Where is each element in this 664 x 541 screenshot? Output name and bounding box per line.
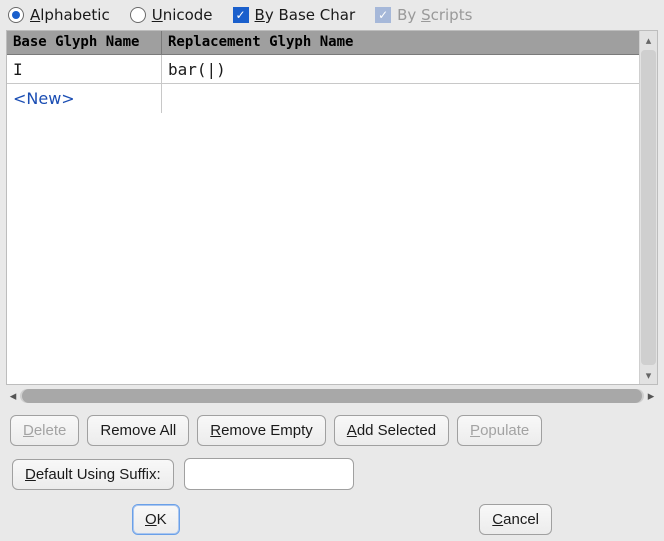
scroll-thumb[interactable]	[641, 50, 656, 365]
checkbox-by-scripts: ✓ By Scripts	[375, 6, 472, 24]
checkbox-icon: ✓	[375, 7, 391, 23]
add-selected-button[interactable]: Add Selected	[334, 415, 449, 446]
suffix-row: Default Using Suffix:	[0, 446, 664, 490]
cell-new-empty[interactable]	[162, 84, 639, 113]
radio-alphabetic-label: Alphabetic	[30, 6, 110, 24]
suffix-input[interactable]	[184, 458, 354, 490]
checkbox-icon: ✓	[233, 7, 249, 23]
populate-button: Populate	[457, 415, 542, 446]
radio-unicode-label: Unicode	[152, 6, 213, 24]
scroll-right-icon[interactable]: ▸	[644, 389, 658, 404]
cancel-button[interactable]: Cancel	[479, 504, 552, 535]
scroll-thumb[interactable]	[22, 389, 642, 403]
scroll-up-icon[interactable]: ▴	[640, 31, 657, 49]
default-using-suffix-button[interactable]: Default Using Suffix:	[12, 459, 174, 490]
table-row[interactable]: I bar(|)	[7, 55, 639, 84]
glyph-table: Base Glyph Name Replacement Glyph Name I…	[6, 30, 658, 385]
header-replacement-glyph[interactable]: Replacement Glyph Name	[162, 31, 639, 54]
sort-options-row: Alphabetic Unicode ✓ By Base Char ✓ By S…	[0, 0, 664, 30]
checkbox-by-base-char-label: By Base Char	[255, 6, 356, 24]
actions-toolbar: Delete Remove All Remove Empty Add Selec…	[0, 405, 664, 446]
dialog-buttons: OK Cancel	[0, 490, 664, 535]
vertical-scrollbar[interactable]: ▴ ▾	[639, 31, 657, 384]
delete-button: Delete	[10, 415, 79, 446]
table-rows: I bar(|) <New>	[7, 55, 639, 384]
checkbox-by-scripts-label: By Scripts	[397, 6, 472, 24]
radio-alphabetic[interactable]: Alphabetic	[8, 6, 110, 24]
remove-empty-button[interactable]: Remove Empty	[197, 415, 326, 446]
glyph-table-body: Base Glyph Name Replacement Glyph Name I…	[7, 31, 639, 384]
ok-button[interactable]: OK	[132, 504, 180, 535]
table-row-new[interactable]: <New>	[7, 84, 639, 113]
table-headers: Base Glyph Name Replacement Glyph Name	[7, 31, 639, 55]
radio-unicode[interactable]: Unicode	[130, 6, 213, 24]
horizontal-scrollbar[interactable]: ◂ ▸	[6, 387, 658, 405]
cell-replacement-glyph[interactable]: bar(|)	[162, 55, 639, 83]
checkbox-by-base-char[interactable]: ✓ By Base Char	[233, 6, 356, 24]
cell-new-label[interactable]: <New>	[7, 84, 162, 113]
scroll-left-icon[interactable]: ◂	[6, 389, 20, 404]
cell-base-glyph[interactable]: I	[7, 55, 162, 83]
radio-icon	[130, 7, 146, 23]
scroll-track[interactable]	[20, 389, 644, 403]
header-base-glyph[interactable]: Base Glyph Name	[7, 31, 162, 54]
scroll-down-icon[interactable]: ▾	[640, 366, 657, 384]
remove-all-button[interactable]: Remove All	[87, 415, 189, 446]
radio-icon	[8, 7, 24, 23]
